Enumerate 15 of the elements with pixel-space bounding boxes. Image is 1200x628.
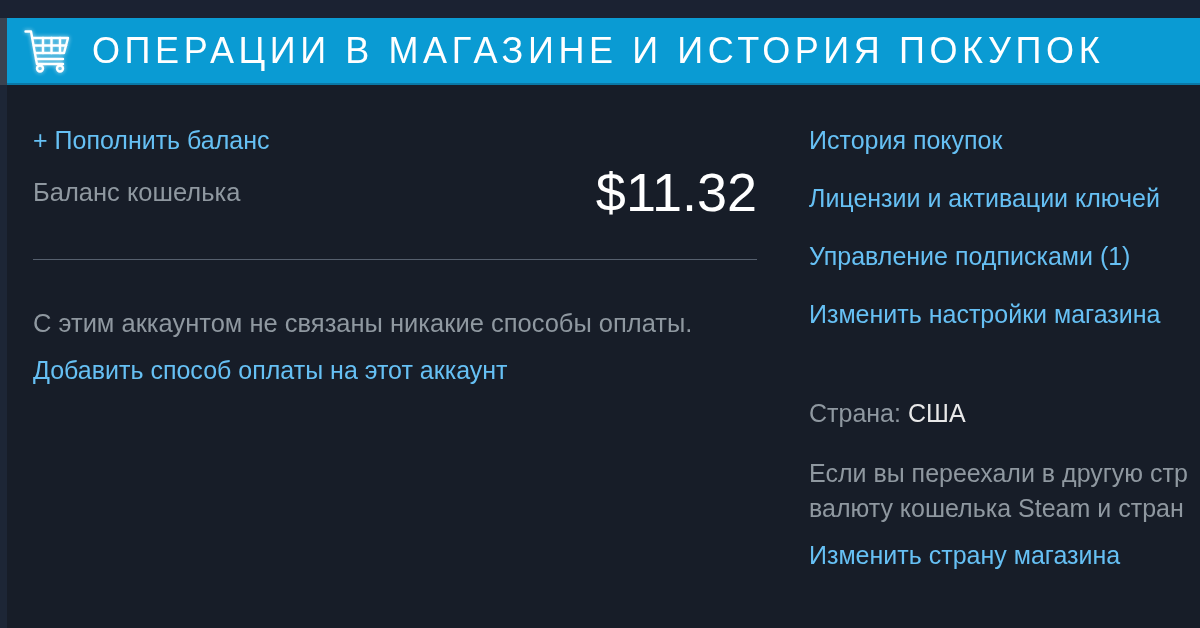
store-menu-link[interactable]: Управление подписками (1)	[809, 242, 1131, 270]
change-store-country-link[interactable]: Изменить страну магазина	[809, 541, 1121, 569]
no-payment-methods-text: С этим аккаунтом не связаны никакие способы оплаты.	[33, 309, 693, 337]
country-value: США	[907, 399, 966, 427]
page-title: ОПЕРАЦИИ В МАГАЗИНЕ И ИСТОРИЯ ПОКУПОК	[92, 29, 1105, 72]
country-label: Страна:	[809, 399, 901, 427]
wallet-balance-amount: $11.32	[595, 162, 757, 222]
wallet-balance-label: Баланс кошелька	[33, 178, 241, 206]
add-funds-link[interactable]: + Пополнить баланс	[33, 126, 270, 154]
store-menu-link[interactable]: Лицензии и активации ключей	[809, 184, 1160, 212]
country-change-note: Если вы переехали в другую стр валюту кошелька Steam и стран	[809, 458, 1188, 524]
shopping-cart-icon	[24, 28, 70, 73]
store-menu-link[interactable]: История покупок	[809, 126, 1003, 154]
add-payment-method-link[interactable]: Добавить способ оплаты на этот аккаунт	[33, 356, 508, 384]
store-menu-link[interactable]: Изменить настройки магазина	[809, 300, 1161, 328]
